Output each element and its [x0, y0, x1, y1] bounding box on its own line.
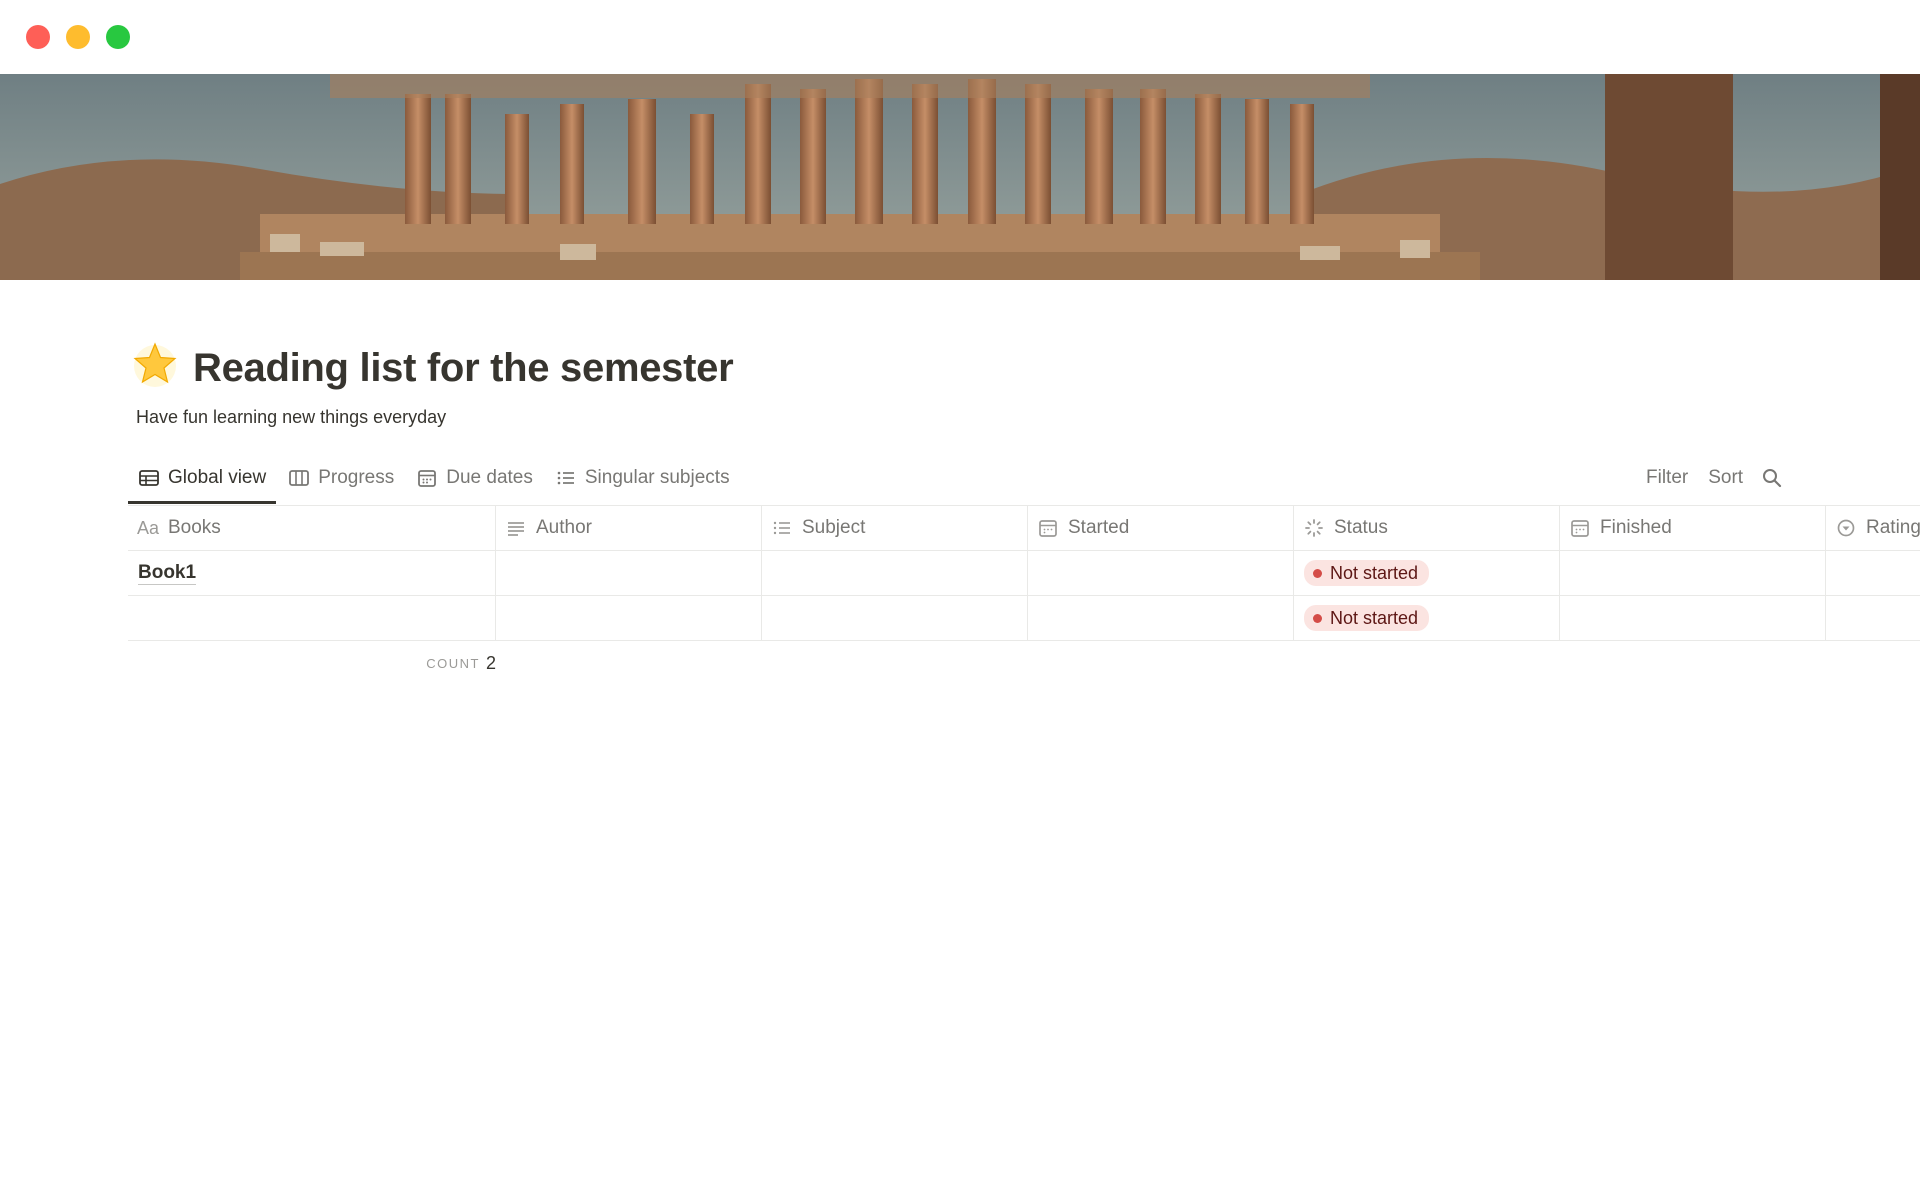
cell-started[interactable] — [1028, 596, 1294, 640]
status-dot — [1313, 568, 1322, 578]
column-header-books[interactable]: Aa Books — [128, 506, 496, 550]
minimize-window-button[interactable] — [66, 25, 90, 49]
cell-books[interactable] — [128, 596, 496, 640]
page-description[interactable]: Have fun learning new things everyday — [136, 405, 446, 429]
calendar-icon — [1570, 518, 1590, 538]
multi-select-icon — [772, 518, 792, 538]
table-header: Aa Books Author Subject Started Status F… — [128, 505, 1920, 551]
sort-button[interactable]: Sort — [1698, 467, 1753, 489]
tab-due-dates[interactable]: Due dates — [406, 460, 543, 496]
database-table: Aa Books Author Subject Started Status F… — [128, 505, 1920, 641]
count-label: COUNT — [426, 655, 480, 671]
status-dot — [1313, 613, 1322, 623]
status-badge: Not started — [1304, 605, 1430, 631]
select-icon — [1836, 518, 1856, 538]
count-value: 2 — [485, 652, 496, 673]
table-row[interactable]: Not started — [128, 596, 1920, 641]
tab-singular-subjects[interactable]: Singular subjects — [545, 460, 740, 496]
column-header-status[interactable]: Status — [1294, 506, 1560, 550]
tab-label: Global view — [168, 467, 267, 488]
cell-finished[interactable] — [1560, 551, 1826, 595]
cell-started[interactable] — [1028, 551, 1294, 595]
search-icon[interactable] — [1761, 467, 1783, 489]
column-label: Books — [168, 517, 221, 538]
column-label: Author — [536, 517, 592, 538]
column-header-rating[interactable]: Rating — [1826, 506, 1920, 550]
cover-image[interactable] — [0, 74, 1920, 280]
cell-status[interactable]: Not started — [1294, 551, 1560, 595]
tab-label: Singular subjects — [584, 467, 730, 488]
cell-subject[interactable] — [762, 551, 1028, 595]
column-header-author[interactable]: Author — [496, 506, 762, 550]
column-label: Finished — [1600, 517, 1672, 538]
tab-progress[interactable]: Progress — [278, 460, 404, 496]
board-icon — [288, 467, 310, 489]
cell-status[interactable]: Not started — [1294, 596, 1560, 640]
view-tabs: Global view Progress Due dates Singular … — [128, 460, 742, 504]
table-icon — [138, 467, 160, 489]
status-badge: Not started — [1304, 560, 1430, 586]
tab-label: Due dates — [446, 467, 533, 488]
column-header-finished[interactable]: Finished — [1560, 506, 1826, 550]
cell-finished[interactable] — [1560, 596, 1826, 640]
cell-author[interactable] — [496, 551, 762, 595]
zoom-window-button[interactable] — [106, 25, 130, 49]
calendar-icon — [1038, 518, 1058, 538]
status-label: Not started — [1330, 607, 1419, 628]
tab-label: Progress — [318, 467, 395, 488]
cell-rating[interactable] — [1826, 551, 1920, 595]
cell-rating[interactable] — [1826, 596, 1920, 640]
column-header-started[interactable]: Started — [1028, 506, 1294, 550]
calendar-icon — [416, 467, 438, 489]
column-label: Started — [1068, 517, 1130, 538]
page-title[interactable]: Reading list for the semester — [193, 340, 734, 396]
window-titlebar — [0, 0, 1920, 74]
list-icon — [555, 467, 577, 489]
text-lines-icon — [506, 518, 526, 538]
calculation-footer[interactable]: COUNT 2 — [128, 651, 496, 675]
book-title[interactable]: Book1 — [138, 562, 197, 585]
cell-subject[interactable] — [762, 596, 1028, 640]
column-header-subject[interactable]: Subject — [762, 506, 1028, 550]
column-label: Subject — [802, 517, 866, 538]
cell-books[interactable]: Book1 — [128, 551, 496, 595]
title-property-icon: Aa — [136, 517, 160, 538]
table-row[interactable]: Book1 Not started — [128, 551, 1920, 596]
cell-author[interactable] — [496, 596, 762, 640]
close-window-button[interactable] — [26, 25, 50, 49]
filter-button[interactable]: Filter — [1636, 467, 1698, 489]
column-label: Rating — [1866, 517, 1920, 538]
status-label: Not started — [1330, 562, 1419, 583]
glowing-star-icon[interactable] — [131, 340, 179, 388]
view-toolbar: Filter Sort — [1636, 460, 1783, 496]
tab-global-view[interactable]: Global view — [128, 460, 277, 504]
status-icon — [1304, 518, 1324, 538]
column-label: Status — [1334, 517, 1388, 538]
